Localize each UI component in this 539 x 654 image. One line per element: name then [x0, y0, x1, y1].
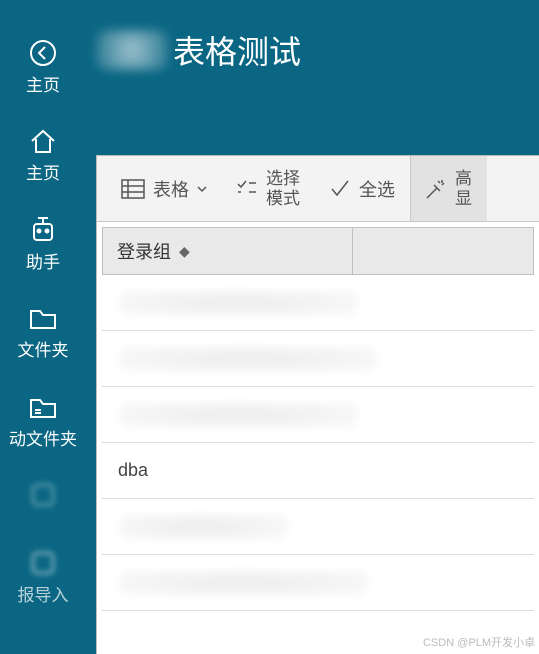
table-row[interactable]	[102, 555, 534, 611]
toolbar-label: 高	[455, 169, 472, 189]
sidebar-item-label: 助手	[26, 253, 60, 273]
table-row[interactable]	[102, 275, 534, 331]
table-row[interactable]	[102, 387, 534, 443]
sidebar-item-label: 动文件夹	[9, 430, 77, 450]
table-container: 登录组 ◆ dba	[97, 222, 539, 654]
checklist-icon	[236, 178, 258, 200]
table-icon	[121, 178, 145, 200]
home-icon	[26, 124, 60, 158]
title-prefix-obscured	[96, 30, 168, 70]
sidebar-item-label: 文件夹	[18, 341, 69, 361]
select-mode-button[interactable]: 选择 模式	[222, 156, 315, 221]
sidebar-item-label: 主页	[26, 164, 60, 184]
blur-icon	[26, 478, 60, 512]
content-panel: 表格 选择 模式	[96, 155, 539, 654]
table-row[interactable]: dba	[102, 443, 534, 499]
table-view-button[interactable]: 表格	[107, 156, 222, 221]
obscured-cell	[118, 346, 378, 372]
obscured-cell	[118, 514, 288, 540]
sidebar-item-label: 主页	[26, 76, 60, 96]
check-icon	[329, 178, 351, 200]
sidebar-item-home[interactable]: 主页	[0, 114, 86, 194]
obscured-cell	[118, 402, 358, 428]
back-arrow-icon	[26, 36, 60, 70]
sidebar-item-obscured[interactable]	[0, 468, 86, 528]
folder-list-icon	[26, 390, 60, 424]
watermark: CSDN @PLM开发小卓	[423, 634, 535, 650]
toolbar-label: 表格	[153, 176, 189, 202]
flashlight-icon	[425, 178, 447, 200]
toolbar-label: 模式	[266, 189, 300, 209]
cell-value: dba	[118, 460, 148, 481]
column-header-login-group[interactable]: 登录组 ◆	[103, 228, 353, 274]
sidebar-item-active-folder[interactable]: 动文件夹	[0, 380, 86, 460]
sidebar-item-home-back[interactable]: 主页	[0, 26, 86, 106]
select-all-button[interactable]: 全选	[315, 156, 410, 221]
sidebar-item-import[interactable]: 报导入	[0, 536, 86, 616]
highlight-button[interactable]: 高 显	[410, 156, 487, 221]
table-row[interactable]	[102, 331, 534, 387]
toolbar-label: 选择	[266, 169, 300, 189]
toolbar: 表格 选择 模式	[97, 156, 539, 222]
table-row[interactable]	[102, 499, 534, 555]
table-header-row: 登录组 ◆	[102, 227, 534, 275]
toolbar-label: 显	[455, 189, 472, 209]
page-title: 表格测试	[173, 27, 301, 73]
chevron-down-icon	[197, 185, 207, 193]
sort-icon: ◆	[179, 243, 190, 260]
sidebar: 主页 主页 助手 文件夹 动文件夹 报导入	[0, 0, 86, 654]
column-header-empty[interactable]	[353, 228, 533, 274]
column-header-label: 登录组	[117, 238, 171, 264]
toolbar-label: 全选	[359, 176, 395, 202]
folder-icon	[26, 301, 60, 335]
blur-icon	[26, 546, 60, 580]
title-bar: 表格测试	[86, 0, 539, 100]
main-area: 表格测试 表格 选	[86, 0, 539, 654]
header-spacer	[86, 100, 539, 155]
sidebar-item-label: 报导入	[18, 586, 69, 606]
sidebar-item-folder[interactable]: 文件夹	[0, 291, 86, 371]
sidebar-item-assistant[interactable]: 助手	[0, 203, 86, 283]
obscured-cell	[118, 570, 368, 596]
robot-icon	[26, 213, 60, 247]
obscured-cell	[118, 290, 358, 316]
panel-left-spacer	[86, 155, 96, 654]
